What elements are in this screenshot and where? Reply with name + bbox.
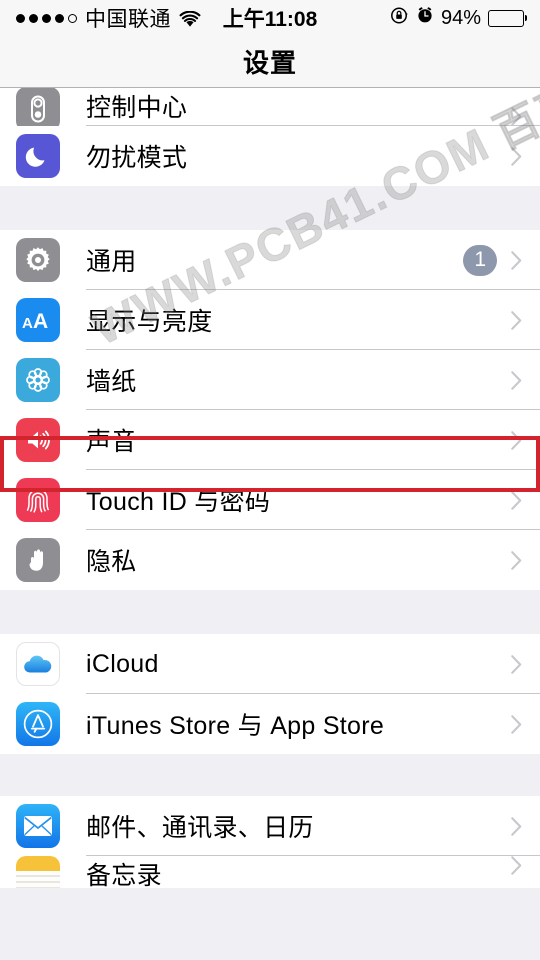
fingerprint-icon — [16, 478, 60, 522]
status-bar: 中国联通 上午11:08 94% — [0, 0, 540, 36]
settings-row-display-brightness[interactable]: A A 显示与亮度 — [0, 290, 540, 350]
settings-row-label: iTunes Store 与 App Store — [86, 712, 385, 740]
iphone-settings-screen: 中国联通 上午11:08 94% 设置 控制中心 勿扰模式 通用 1 A A 显… — [0, 0, 540, 960]
settings-row-notes[interactable]: 备忘录 — [0, 856, 540, 888]
group-separator — [0, 754, 540, 796]
row-accessory — [511, 310, 540, 330]
settings-row-wallpaper[interactable]: 墙纸 — [0, 350, 540, 410]
signal-dot-4 — [55, 13, 64, 23]
chevron-right-icon — [511, 550, 522, 570]
settings-row-itunes-app-store[interactable]: iTunes Store 与 App Store — [0, 694, 540, 754]
rotation-lock-icon — [390, 6, 409, 31]
signal-strength-dots — [16, 13, 77, 23]
settings-list[interactable]: 控制中心 勿扰模式 通用 1 A A 显示与亮度 墙纸 声音 Touch ID … — [0, 88, 540, 959]
control-center-icon — [16, 88, 60, 131]
row-accessory — [511, 550, 540, 570]
chevron-right-icon — [511, 250, 522, 270]
moon-icon — [16, 134, 60, 178]
settings-row-label: 备忘录 — [86, 862, 162, 888]
chevron-right-icon — [511, 430, 522, 450]
settings-row-label: 控制中心 — [86, 94, 188, 122]
settings-row-sounds[interactable]: 声音 — [0, 410, 540, 470]
settings-row-label: iCloud — [86, 649, 159, 678]
battery-percentage: 94% — [440, 6, 481, 29]
settings-row-label: 显示与亮度 — [86, 308, 213, 336]
settings-row-label: Touch ID 与密码 — [86, 488, 271, 516]
row-accessory — [511, 430, 540, 450]
signal-dot-3 — [42, 13, 51, 23]
navigation-bar: 设置 — [0, 36, 540, 88]
row-accessory — [511, 856, 540, 875]
cloud-icon — [16, 642, 60, 686]
envelope-icon — [16, 804, 60, 848]
chevron-right-icon — [511, 370, 522, 390]
wifi-icon — [179, 10, 201, 27]
chevron-right-icon — [511, 310, 522, 330]
settings-row-label: 墙纸 — [86, 368, 137, 396]
status-bar-right: 94% — [390, 6, 527, 31]
row-accessory — [511, 490, 540, 510]
chevron-right-icon — [511, 856, 522, 875]
settings-row-label: 邮件、通讯录、日历 — [86, 814, 314, 842]
group-accounts: iCloud iTunes Store 与 App Store — [0, 634, 540, 754]
row-accessory — [511, 654, 540, 674]
gear-icon — [16, 238, 60, 282]
row-accessory — [511, 146, 540, 166]
app-store-icon — [16, 702, 60, 746]
chevron-right-icon — [511, 490, 522, 510]
settings-row-general[interactable]: 通用 1 — [0, 230, 540, 290]
flower-icon — [16, 358, 60, 402]
svg-text:A: A — [22, 315, 33, 332]
group-separator — [0, 186, 540, 230]
settings-row-label: 声音 — [86, 428, 137, 456]
group-separator — [0, 590, 540, 634]
settings-row-privacy[interactable]: 隐私 — [0, 530, 540, 590]
chevron-right-icon — [511, 714, 522, 734]
group-device: 通用 1 A A 显示与亮度 墙纸 声音 Touch ID 与密码 隐私 — [0, 230, 540, 590]
settings-row-label: 勿扰模式 — [86, 144, 188, 172]
settings-row-icloud[interactable]: iCloud — [0, 634, 540, 694]
notes-icon — [16, 856, 60, 888]
settings-row-label: 隐私 — [86, 548, 137, 576]
aa-text-icon: A A — [16, 298, 60, 342]
chevron-right-icon — [511, 146, 522, 166]
signal-dot-5 — [68, 13, 77, 23]
signal-dot-1 — [16, 13, 25, 23]
page-title: 设置 — [242, 48, 297, 78]
status-badge: 1 — [463, 244, 497, 276]
svg-text:A: A — [33, 310, 48, 333]
alarm-clock-icon — [416, 6, 434, 30]
battery-icon — [488, 9, 527, 27]
chevron-right-icon — [511, 816, 522, 836]
carrier-name: 中国联通 — [85, 8, 171, 31]
hand-icon — [16, 538, 60, 582]
chevron-right-icon — [511, 654, 522, 674]
settings-row-do-not-disturb[interactable]: 勿扰模式 — [0, 126, 540, 186]
chevron-right-icon — [511, 107, 522, 126]
row-accessory: 1 — [463, 244, 540, 276]
settings-row-touch-id-passcode[interactable]: Touch ID 与密码 — [0, 470, 540, 530]
group-controls: 控制中心 勿扰模式 — [0, 88, 540, 186]
row-accessory — [511, 714, 540, 734]
row-accessory — [511, 816, 540, 836]
settings-row-label: 通用 — [86, 248, 137, 276]
settings-row-control-center[interactable]: 控制中心 — [0, 88, 540, 131]
group-apps: 邮件、通讯录、日历 备忘录 — [0, 796, 540, 888]
signal-dot-2 — [29, 13, 38, 23]
status-bar-left: 中国联通 — [16, 3, 201, 33]
settings-row-mail-contacts-calendars[interactable]: 邮件、通讯录、日历 — [0, 796, 540, 856]
row-accessory — [511, 370, 540, 390]
speaker-icon — [16, 418, 60, 462]
row-accessory — [511, 107, 540, 126]
